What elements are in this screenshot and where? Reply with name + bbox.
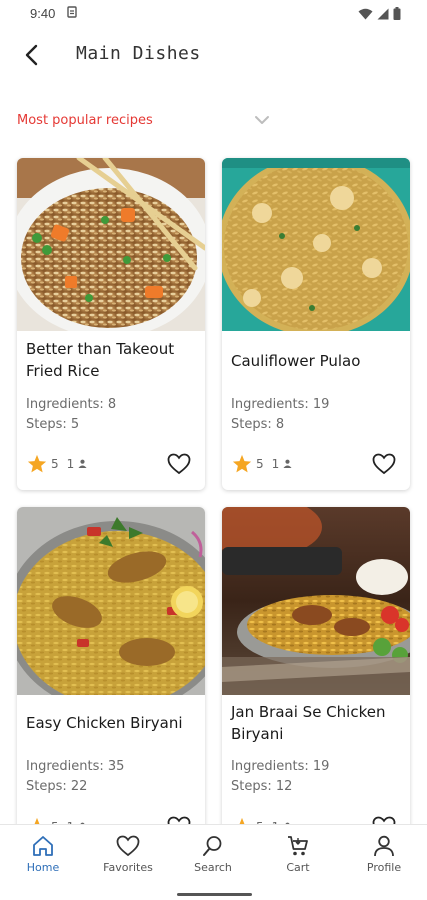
nav-search[interactable]: Search	[178, 835, 248, 879]
ingredients-count: Ingredients: 19	[231, 397, 330, 412]
person-icon	[374, 835, 394, 857]
app-bar: Main Dishes	[0, 28, 427, 84]
search-icon	[203, 836, 222, 856]
signal-icon	[377, 8, 389, 19]
star-icon	[27, 454, 47, 473]
steps-count: Steps: 8	[231, 417, 285, 432]
recipe-meta: Ingredients: 35 Steps: 22	[26, 757, 124, 797]
rating-value: 5	[256, 456, 264, 471]
nav-label: Cart	[286, 861, 310, 874]
recipe-rating: 5 1	[232, 454, 292, 473]
heart-icon	[372, 453, 396, 475]
heart-icon	[167, 453, 191, 475]
recipe-title: Easy Chicken Biryani	[26, 714, 183, 732]
wifi-icon	[358, 8, 373, 19]
review-count: 1	[271, 456, 280, 471]
gesture-bar[interactable]	[177, 893, 252, 896]
recipe-image	[17, 158, 205, 331]
recipe-card[interactable]: Better than Takeout Fried Rice Ingredien…	[17, 158, 205, 490]
status-time: 9:40	[30, 6, 56, 21]
page-title: Main Dishes	[76, 43, 201, 64]
status-bar: 9:40	[0, 0, 427, 28]
nav-home[interactable]: Home	[8, 835, 78, 879]
nav-favorites[interactable]: Favorites	[93, 835, 163, 879]
heart-icon	[116, 835, 140, 857]
ingredients-count: Ingredients: 8	[26, 397, 117, 412]
nav-cart[interactable]: Cart	[263, 835, 333, 879]
recipe-rating: 5 1	[27, 454, 87, 473]
nav-label: Favorites	[103, 861, 153, 874]
nav-label: Home	[26, 861, 60, 874]
recipe-title: Better than Takeout Fried Rice	[26, 340, 175, 380]
ingredients-count: Ingredients: 35	[26, 759, 125, 774]
back-button[interactable]	[18, 40, 46, 70]
star-icon	[232, 454, 252, 473]
person-icon	[283, 459, 292, 468]
status-icons	[358, 7, 401, 20]
ingredients-count: Ingredients: 19	[231, 759, 330, 774]
bottom-navigation: Home Favorites Search Cart Profile	[0, 824, 427, 900]
steps-count: Steps: 12	[231, 779, 293, 794]
recipe-image	[222, 507, 410, 695]
review-count: 1	[66, 456, 75, 471]
nav-profile[interactable]: Profile	[349, 835, 419, 879]
person-icon	[78, 459, 87, 468]
home-icon	[33, 836, 53, 856]
nav-label: Profile	[366, 861, 402, 874]
steps-count: Steps: 5	[26, 417, 80, 432]
recipe-title: Jan Braai Se Chicken Biryani	[231, 703, 386, 743]
sort-dropdown-value: Most popular recipes	[17, 113, 153, 128]
recipe-card[interactable]: Cauliflower Pulao Ingredients: 19 Steps:…	[222, 158, 410, 490]
recipe-title: Cauliflower Pulao	[231, 352, 361, 370]
recipe-image	[17, 507, 205, 695]
sim-icon	[67, 6, 77, 21]
recipe-image	[222, 158, 410, 331]
sort-dropdown[interactable]: Most popular recipes	[17, 108, 272, 136]
rating-value: 5	[51, 456, 59, 471]
recipe-card[interactable]: Easy Chicken Biryani Ingredients: 35 Ste…	[17, 507, 205, 847]
favorite-button[interactable]	[372, 453, 396, 475]
recipe-meta: Ingredients: 8 Steps: 5	[26, 395, 116, 435]
chevron-down-icon	[255, 116, 269, 124]
steps-count: Steps: 22	[26, 779, 88, 794]
arrow-left-icon	[25, 44, 38, 66]
recipe-meta: Ingredients: 19 Steps: 8	[231, 395, 329, 435]
nav-label: Search	[194, 861, 232, 874]
battery-icon	[393, 7, 401, 20]
favorite-button[interactable]	[167, 453, 191, 475]
recipe-card[interactable]: Jan Braai Se Chicken Biryani Ingredients…	[222, 507, 410, 847]
recipe-meta: Ingredients: 19 Steps: 12	[231, 757, 329, 797]
cart-icon	[288, 836, 308, 856]
